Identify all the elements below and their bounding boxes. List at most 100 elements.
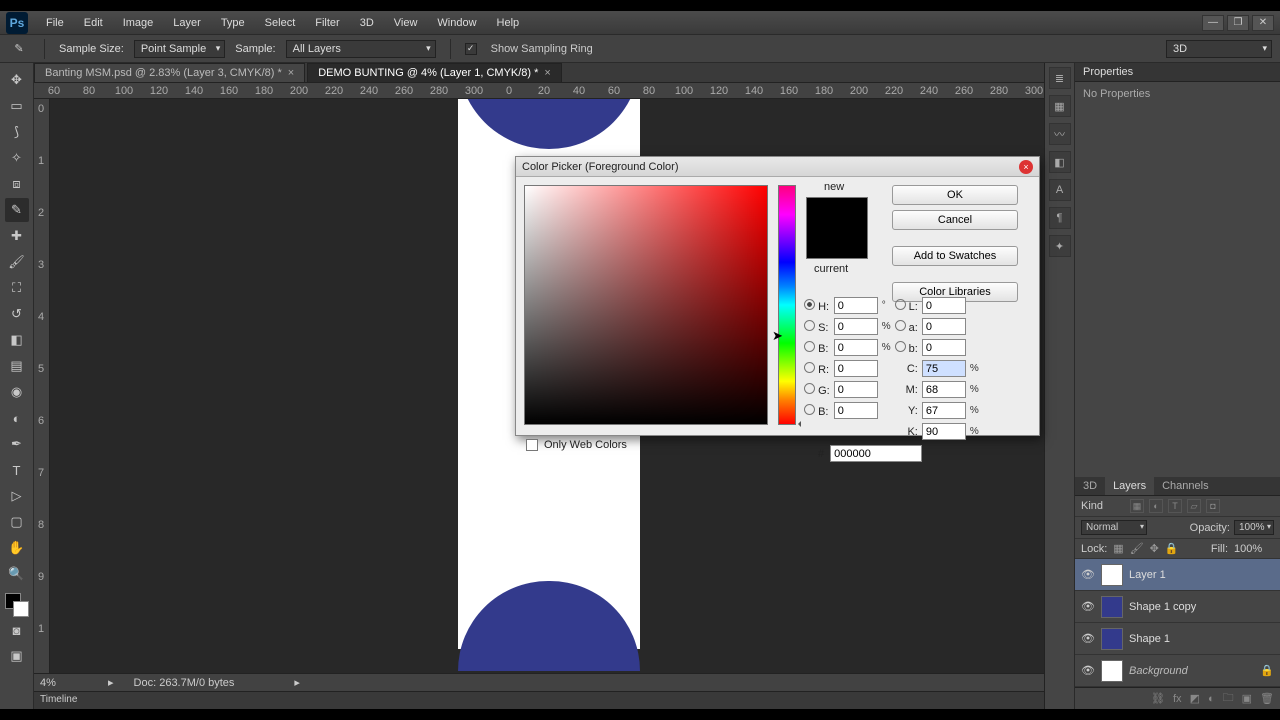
menu-type[interactable]: Type bbox=[211, 11, 255, 34]
filter-adjust-icon[interactable]: ◐ bbox=[1149, 499, 1163, 513]
eraser-tool[interactable]: ◧ bbox=[5, 328, 29, 352]
mask-icon[interactable]: ◩ bbox=[1190, 692, 1200, 705]
crop-tool[interactable]: ⧈ bbox=[5, 172, 29, 196]
menu-image[interactable]: Image bbox=[113, 11, 164, 34]
a-input[interactable] bbox=[922, 318, 966, 335]
doc-tab-0[interactable]: Banting MSM.psd @ 2.83% (Layer 3, CMYK/8… bbox=[34, 63, 305, 82]
fill-adj-icon[interactable]: ◐ bbox=[1208, 693, 1215, 705]
eyedropper-tool[interactable]: ✎ bbox=[5, 198, 29, 222]
bv-input[interactable] bbox=[834, 339, 878, 356]
char-icon[interactable]: A bbox=[1049, 179, 1071, 201]
show-ring-checkbox[interactable]: ✓ bbox=[465, 43, 477, 55]
color-field[interactable] bbox=[524, 185, 768, 425]
radio-r[interactable] bbox=[804, 362, 815, 373]
layer-row[interactable]: 👁Shape 1 copy bbox=[1075, 591, 1280, 623]
shape-tool[interactable]: ▢ bbox=[5, 510, 29, 534]
radio-lab-b[interactable] bbox=[895, 341, 906, 352]
k-input[interactable] bbox=[922, 423, 966, 440]
blur-tool[interactable]: ◉ bbox=[5, 380, 29, 404]
tab-channels[interactable]: Channels bbox=[1154, 477, 1216, 495]
3d-dropdown[interactable]: 3D bbox=[1166, 40, 1272, 58]
menu-layer[interactable]: Layer bbox=[163, 11, 211, 34]
menu-3d[interactable]: 3D bbox=[350, 11, 384, 34]
radio-s[interactable] bbox=[804, 320, 815, 331]
eye-icon[interactable]: 👁 bbox=[1081, 664, 1095, 677]
gradient-tool[interactable]: ▤ bbox=[5, 354, 29, 378]
menu-filter[interactable]: Filter bbox=[305, 11, 349, 34]
zoom-tool[interactable]: 🔍 bbox=[5, 562, 29, 586]
radio-a[interactable] bbox=[895, 320, 906, 331]
path-select-tool[interactable]: ▷ bbox=[5, 484, 29, 508]
menu-select[interactable]: Select bbox=[255, 11, 306, 34]
stamp-tool[interactable]: ⛶ bbox=[5, 276, 29, 300]
radio-h[interactable] bbox=[804, 299, 815, 310]
radio-l[interactable] bbox=[895, 299, 906, 310]
dodge-tool[interactable]: ◐ bbox=[5, 406, 29, 430]
radio-b[interactable] bbox=[804, 341, 815, 352]
layer-row[interactable]: 👁Shape 1 bbox=[1075, 623, 1280, 655]
layer-row[interactable]: 👁Background🔒 bbox=[1075, 655, 1280, 687]
menu-view[interactable]: View bbox=[384, 11, 428, 34]
l-input[interactable] bbox=[922, 297, 966, 314]
tab-layers[interactable]: Layers bbox=[1105, 477, 1154, 495]
window-maximize[interactable]: ❐ bbox=[1227, 15, 1249, 31]
window-minimize[interactable]: — bbox=[1202, 15, 1224, 31]
filter-type-icon[interactable]: T bbox=[1168, 499, 1182, 513]
tab-3d[interactable]: 3D bbox=[1075, 477, 1105, 495]
lock-pos-icon[interactable]: ✥ bbox=[1150, 542, 1159, 555]
hue-slider[interactable] bbox=[778, 185, 796, 425]
c-input[interactable] bbox=[922, 360, 966, 377]
history-brush-tool[interactable]: ↺ bbox=[5, 302, 29, 326]
eye-icon[interactable]: 👁 bbox=[1081, 600, 1095, 613]
new-layer-icon[interactable]: ▣ bbox=[1242, 692, 1252, 705]
g-input[interactable] bbox=[834, 381, 878, 398]
eye-icon[interactable]: 👁 bbox=[1081, 632, 1095, 645]
layer-row[interactable]: 👁Layer 1 bbox=[1075, 559, 1280, 591]
radio-g[interactable] bbox=[804, 383, 815, 394]
add-swatch-button[interactable]: Add to Swatches bbox=[892, 246, 1018, 266]
dialog-close-button[interactable]: × bbox=[1019, 160, 1033, 174]
heal-tool[interactable]: ✚ bbox=[5, 224, 29, 248]
filter-pixel-icon[interactable]: ▦ bbox=[1130, 499, 1144, 513]
web-colors-checkbox[interactable] bbox=[526, 439, 538, 451]
eye-icon[interactable]: 👁 bbox=[1081, 568, 1095, 581]
window-close[interactable]: ✕ bbox=[1252, 15, 1274, 31]
bb-input[interactable] bbox=[834, 402, 878, 419]
menu-file[interactable]: File bbox=[36, 11, 74, 34]
move-tool[interactable]: ✥ bbox=[5, 68, 29, 92]
link-icon[interactable]: ⛓ bbox=[1151, 692, 1165, 705]
color-swatches[interactable] bbox=[5, 593, 29, 617]
zoom-level[interactable]: 4% bbox=[40, 677, 88, 689]
lock-trans-icon[interactable]: ▦ bbox=[1113, 542, 1123, 555]
opacity-value[interactable]: 100% bbox=[1234, 520, 1274, 535]
close-icon[interactable]: × bbox=[544, 67, 550, 79]
radio-bb[interactable] bbox=[804, 404, 815, 415]
labb-input[interactable] bbox=[922, 339, 966, 356]
r-input[interactable] bbox=[834, 360, 878, 377]
lasso-tool[interactable]: ⟆ bbox=[5, 120, 29, 144]
ok-button[interactable]: OK bbox=[892, 185, 1018, 205]
type-tool[interactable]: T bbox=[5, 458, 29, 482]
filter-shape-icon[interactable]: ▱ bbox=[1187, 499, 1201, 513]
close-icon[interactable]: × bbox=[288, 67, 294, 79]
fill-value[interactable]: 100% bbox=[1234, 543, 1274, 555]
hand-tool[interactable]: ✋ bbox=[5, 536, 29, 560]
actions-icon[interactable]: ▦ bbox=[1049, 95, 1071, 117]
sample-dropdown[interactable]: All Layers bbox=[286, 40, 436, 58]
menu-help[interactable]: Help bbox=[487, 11, 530, 34]
history-icon[interactable]: ≣ bbox=[1049, 67, 1071, 89]
quickmask-tool[interactable]: ◙ bbox=[5, 618, 29, 642]
y-input[interactable] bbox=[922, 402, 966, 419]
lock-paint-icon[interactable]: 🖌 bbox=[1130, 542, 1144, 555]
h-input[interactable] bbox=[834, 297, 878, 314]
sample-size-dropdown[interactable]: Point Sample bbox=[134, 40, 225, 58]
para-icon[interactable]: ¶ bbox=[1049, 207, 1071, 229]
m-input[interactable] bbox=[922, 381, 966, 398]
menu-edit[interactable]: Edit bbox=[74, 11, 113, 34]
brush-tool[interactable]: 🖌 bbox=[5, 250, 29, 274]
blend-mode[interactable]: Normal bbox=[1081, 520, 1147, 535]
screenmode-tool[interactable]: ▣ bbox=[5, 644, 29, 668]
s-input[interactable] bbox=[834, 318, 878, 335]
wand-tool[interactable]: ✧ bbox=[5, 146, 29, 170]
brush-icon[interactable]: 〰 bbox=[1049, 123, 1071, 145]
